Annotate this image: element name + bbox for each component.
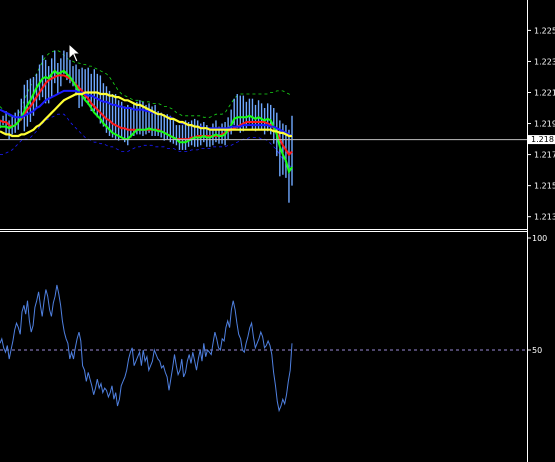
- oscillator-tick-label: 100: [532, 234, 547, 243]
- price-tick-label: 1.225: [534, 26, 555, 35]
- price-tick-label: 1.221: [534, 88, 555, 97]
- last-price-label: 1.218: [531, 135, 554, 144]
- price-tick-label: 1.215: [534, 182, 555, 191]
- price-tick-label: 1.217: [534, 151, 555, 160]
- oscillator-line: [0, 284, 293, 413]
- trading-chart-window: 1.225 1.223 1.221 1.219 1.217 1.215 1.213 1.21…: [0, 0, 555, 462]
- price-tick-label: 1.223: [534, 57, 555, 66]
- price-tick-label: 1.213: [534, 213, 555, 222]
- price-pane[interactable]: 1.225 1.223 1.221 1.219 1.217 1.215 1.213 1.21…: [0, 26, 555, 222]
- oscillator-axis: 100 50: [527, 234, 547, 355]
- price-bars: [0, 50, 293, 203]
- mouse-cursor-icon: [68, 42, 82, 63]
- oscillator-pane[interactable]: 100 50: [0, 234, 547, 413]
- price-axis: 1.225 1.223 1.221 1.219 1.217 1.215 1.213: [527, 26, 555, 222]
- oscillator-tick-label: 50: [532, 346, 542, 355]
- price-tick-label: 1.219: [534, 120, 555, 129]
- chart-canvas[interactable]: 1.225 1.223 1.221 1.219 1.217 1.215 1.213 1.21…: [0, 0, 555, 462]
